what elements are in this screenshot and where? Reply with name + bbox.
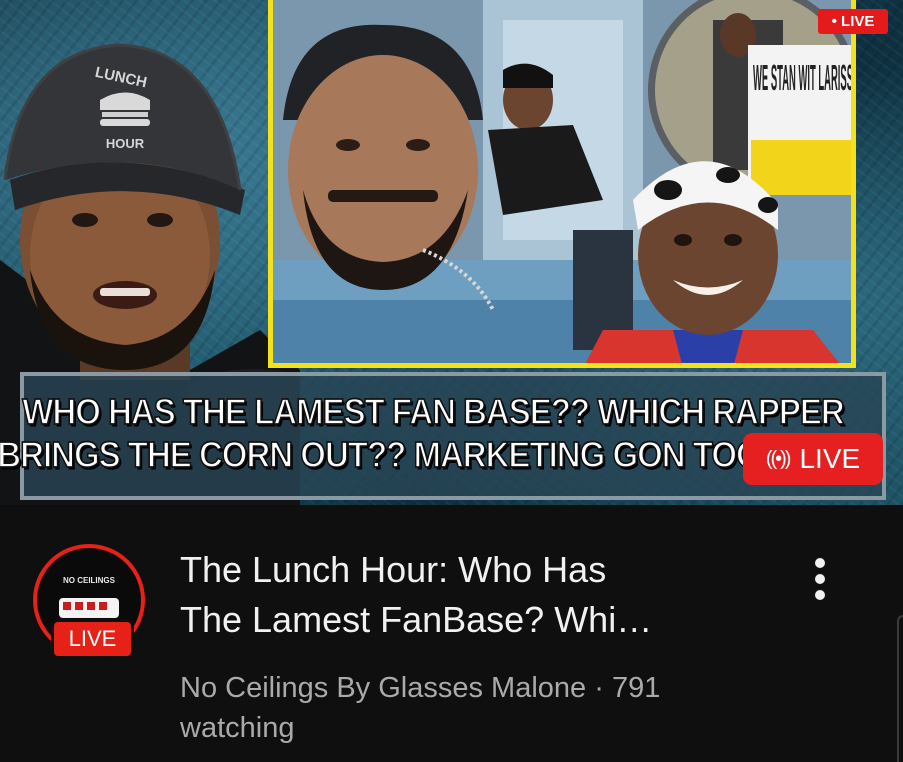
video-title-line-2: The Lamest FanBase? Whi… — [180, 599, 653, 640]
video-info: NO CEILINGS LIVE The Lunch Hour: Who Has… — [0, 505, 903, 762]
video-title[interactable]: The Lunch Hour: Who Has The Lamest FanBa… — [180, 545, 760, 645]
viewer-count: 791 — [611, 672, 661, 704]
video-meta: No Ceilings By Glasses Malone · 791 watc… — [180, 668, 740, 748]
burger-logo-icon — [100, 92, 150, 126]
edge-panel — [897, 615, 903, 762]
sign-text: WE STAN WIT LARISS — [753, 57, 853, 98]
meta-separator: · — [586, 672, 612, 704]
broadcast-icon: ((•)) — [765, 447, 792, 470]
live-badge: ((•)) LIVE — [743, 433, 883, 485]
avatar-live-badge: LIVE — [51, 619, 134, 659]
video-thumbnail[interactable]: LUNCH HOUR WE STAN WIT LARISS • LIVE WHO… — [0, 0, 903, 505]
channel-name[interactable]: No Ceilings By Glasses Malone — [180, 672, 586, 704]
hat-text-bottom: HOUR — [106, 136, 145, 151]
meta-line-1: No Ceilings By Glasses Malone · 791 — [180, 668, 740, 708]
corner-live-label: • LIVE — [818, 9, 888, 34]
video-card[interactable]: LUNCH HOUR WE STAN WIT LARISS • LIVE WHO… — [0, 0, 903, 762]
video-title-line-1: The Lunch Hour: Who Has — [180, 549, 607, 590]
avatar-text: NO CEILINGS — [62, 576, 115, 585]
kebab-dot — [815, 558, 825, 568]
caption-line-1: WHO HAS THE LAMEST FAN BASE?? WHICH RAPP… — [22, 390, 846, 432]
live-badge-label: LIVE — [799, 443, 861, 474]
caption-line-2: BRINGS THE CORN OUT?? MARKETING GON TOO — [0, 433, 762, 475]
kebab-dot — [815, 590, 825, 600]
viewer-suffix: watching — [180, 712, 295, 744]
kebab-dot — [815, 574, 825, 584]
more-vert-icon[interactable] — [800, 549, 840, 609]
center-photo: WE STAN WIT LARISS — [273, 0, 853, 363]
center-photo-panel: WE STAN WIT LARISS — [268, 0, 856, 368]
